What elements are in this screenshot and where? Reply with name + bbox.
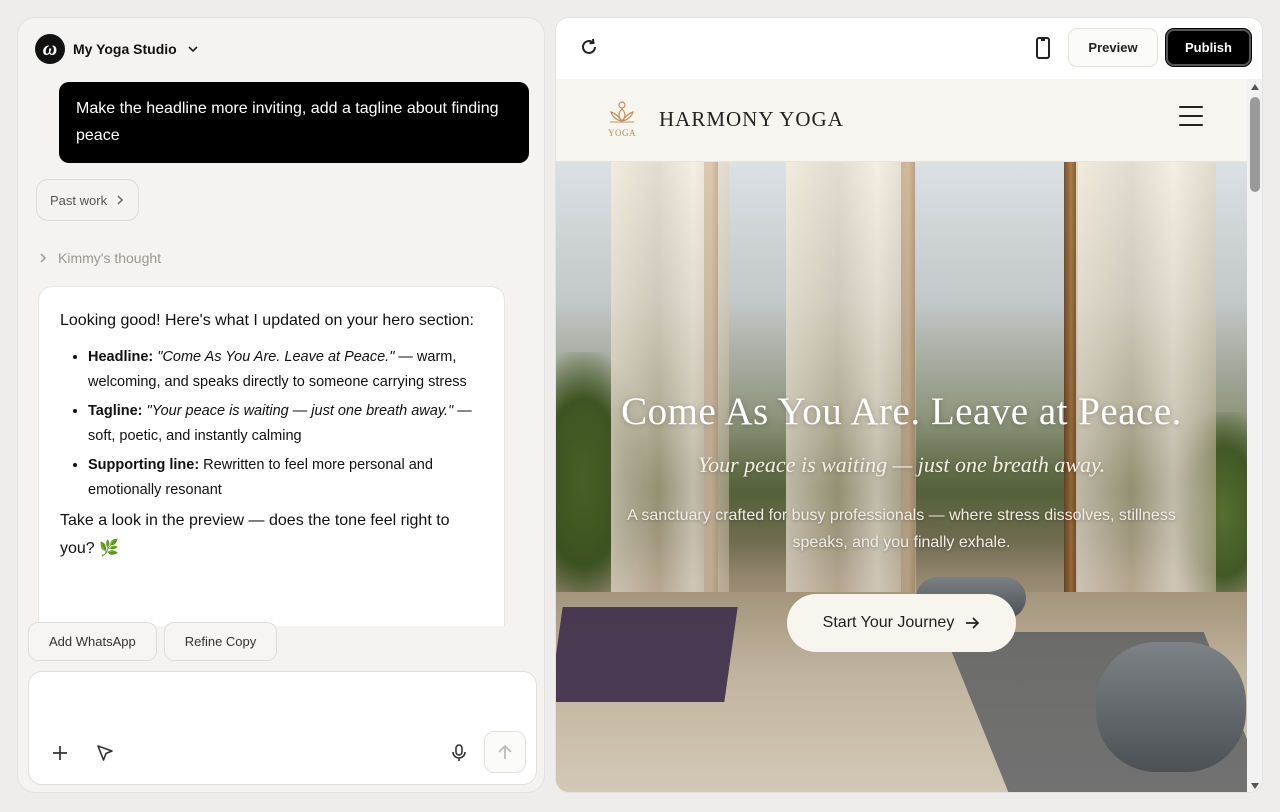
chat-panel: ω My Yoga Studio Make the headline more … — [17, 17, 545, 793]
send-button[interactable] — [484, 731, 526, 773]
thought-label: Kimmy's thought — [58, 250, 162, 266]
suggestion-add-whatsapp[interactable]: Add WhatsApp — [28, 622, 157, 661]
list-item: Supporting line: Rewritten to feel more … — [88, 453, 483, 503]
scroll-up-arrow[interactable] — [1251, 84, 1259, 90]
chevron-right-icon — [117, 195, 124, 205]
suggestion-chips: Add WhatsApp Refine Copy — [28, 622, 278, 661]
hamburger-menu-icon[interactable] — [1179, 106, 1203, 128]
microphone-icon — [452, 744, 466, 761]
chevron-right-icon — [40, 253, 47, 263]
reply-intro: Looking good! Here's what I updated on y… — [60, 312, 474, 329]
publish-button[interactable]: Publish — [1165, 28, 1252, 67]
preview-button[interactable]: Preview — [1068, 28, 1158, 67]
refresh-icon[interactable] — [578, 36, 600, 58]
hero-supporting-line: A sanctuary crafted for busy professiona… — [627, 507, 1176, 551]
project-name[interactable]: My Yoga Studio — [73, 41, 177, 57]
brand-logo[interactable]: YOGA — [604, 99, 640, 141]
brand-mark-text: YOGA — [608, 128, 636, 138]
hero-headline: Come As You Are. Leave at Peace. — [621, 390, 1182, 433]
assistant-reply: Looking good! Here's what I updated on y… — [38, 286, 505, 626]
select-element-button[interactable] — [91, 739, 119, 767]
past-work-label: Past work — [50, 192, 108, 208]
add-attachment-button[interactable] — [46, 739, 74, 767]
thought-toggle[interactable]: Kimmy's thought — [38, 250, 161, 266]
preview-toolbar: Preview Publish — [556, 18, 1262, 79]
list-item: Tagline: "Your peace is waiting — just o… — [88, 399, 483, 449]
list-item: Headline: "Come As You Are. Leave at Pea… — [88, 345, 483, 395]
brand-name[interactable]: HARMONY YOGA — [659, 107, 844, 132]
preview-panel: Preview Publish YOGA HARMONY YOGA Come A… — [555, 17, 1263, 793]
scroll-down-arrow[interactable] — [1251, 783, 1259, 789]
lotus-icon — [610, 101, 634, 123]
past-work-button[interactable]: Past work — [36, 179, 140, 221]
suggestion-refine-copy[interactable]: Refine Copy — [163, 622, 278, 661]
mobile-device-icon[interactable] — [1032, 36, 1054, 60]
voice-input-button[interactable] — [445, 739, 473, 767]
hero-content: Come As You Are. Leave at Peace. Your pe… — [556, 389, 1247, 556]
website-preview: YOGA HARMONY YOGA Come As You Are. Leave… — [556, 79, 1247, 792]
reply-bullets: Headline: "Come As You Are. Leave at Pea… — [88, 345, 483, 503]
project-switcher[interactable]: ω My Yoga Studio — [35, 33, 199, 65]
site-navbar: YOGA HARMONY YOGA — [556, 79, 1247, 162]
message-composer[interactable] — [28, 671, 537, 785]
preview-scrollbar[interactable] — [1247, 79, 1262, 792]
app-logo: ω — [35, 34, 65, 64]
scrollbar-thumb[interactable] — [1250, 97, 1260, 192]
reply-outro: Take a look in the preview — does the to… — [60, 512, 450, 557]
chevron-down-icon[interactable] — [187, 43, 199, 55]
cta-label: Start Your Journey — [822, 614, 955, 631]
arrow-right-icon — [966, 617, 980, 629]
user-message: Make the headline more inviting, add a t… — [59, 82, 529, 163]
hero-tagline: Your peace is waiting — just one breath … — [697, 452, 1106, 477]
cursor-pointer-icon — [97, 745, 113, 761]
plus-icon — [53, 746, 67, 760]
leaf-emoji: 🌿 — [99, 540, 120, 557]
start-journey-button[interactable]: Start Your Journey — [787, 594, 1016, 652]
arrow-up-icon — [498, 744, 512, 759]
hero-section: Come As You Are. Leave at Peace. Your pe… — [556, 162, 1247, 792]
